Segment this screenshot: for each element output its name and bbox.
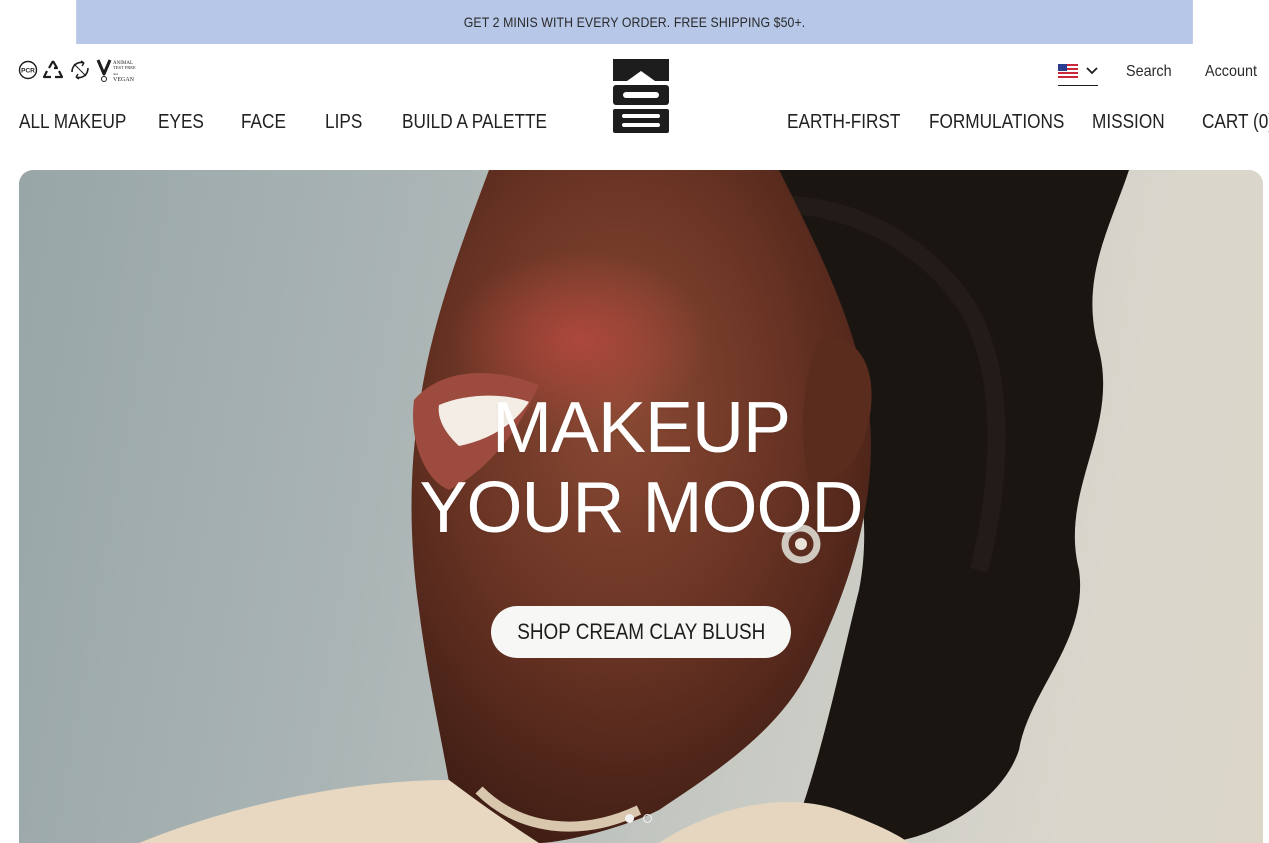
mob-logo[interactable] bbox=[613, 59, 669, 133]
utility-nav: Search Account bbox=[1058, 58, 1263, 86]
account-link[interactable]: Account bbox=[1205, 63, 1257, 81]
primary-nav-right: EARTH-FIRST FORMULATIONS MISSION CART (0… bbox=[787, 111, 1269, 134]
pcr-badge-icon: PCR bbox=[18, 60, 38, 80]
hero-headline-line1: MAKEUP bbox=[491, 388, 791, 468]
carousel-dot-2[interactable] bbox=[643, 814, 652, 823]
promo-text: GET 2 MINIS WITH EVERY ORDER. FREE SHIPP… bbox=[463, 14, 806, 30]
hero-carousel: MAKEUP YOUR MOOD SHOP CREAM CLAY BLUSH bbox=[19, 170, 1263, 843]
nav-build-a-palette[interactable]: BUILD A PALETTE bbox=[402, 111, 547, 134]
svg-text:TEST FREE: TEST FREE bbox=[113, 65, 136, 70]
shop-cream-clay-blush-button[interactable]: SHOP CREAM CLAY BLUSH bbox=[491, 606, 791, 658]
nav-mission[interactable]: MISSION bbox=[1092, 111, 1187, 134]
hero-headline-line2: YOUR MOOD bbox=[419, 468, 863, 548]
svg-text:PCR: PCR bbox=[21, 68, 35, 75]
svg-text:and: and bbox=[113, 72, 118, 76]
recycle-badge-icon bbox=[42, 60, 64, 79]
certification-badges: PCR ANIMAL TEST FREE and VEGAN bbox=[18, 56, 140, 84]
search-link[interactable]: Search bbox=[1126, 63, 1172, 81]
svg-text:VEGAN: VEGAN bbox=[113, 77, 135, 83]
promo-banner: GET 2 MINIS WITH EVERY ORDER. FREE SHIPP… bbox=[76, 0, 1193, 44]
chevron-down-icon bbox=[1086, 67, 1099, 75]
nav-formulations[interactable]: FORMULATIONS bbox=[929, 111, 1069, 134]
nav-lips[interactable]: LIPS bbox=[325, 111, 391, 134]
nav-cart[interactable]: CART (0) bbox=[1202, 111, 1269, 134]
nav-face[interactable]: FACE bbox=[241, 111, 313, 134]
nav-all-makeup[interactable]: ALL MAKEUP bbox=[19, 111, 139, 134]
cruelty-free-vegan-badge-icon: ANIMAL TEST FREE and VEGAN bbox=[96, 59, 136, 83]
carousel-dot-1[interactable] bbox=[625, 814, 634, 823]
carousel-dots bbox=[625, 814, 652, 823]
nav-eyes[interactable]: EYES bbox=[158, 111, 229, 134]
us-flag-icon bbox=[1058, 64, 1079, 78]
primary-nav-left: ALL MAKEUP EYES FACE LIPS BUILD A PALETT… bbox=[19, 111, 547, 134]
mob-logo-mark bbox=[613, 59, 669, 133]
nav-earth-first[interactable]: EARTH-FIRST bbox=[787, 111, 909, 134]
locale-selector[interactable] bbox=[1058, 58, 1099, 86]
refill-badge-icon bbox=[71, 60, 89, 80]
hero-cta-label: SHOP CREAM CLAY BLUSH bbox=[516, 619, 766, 644]
